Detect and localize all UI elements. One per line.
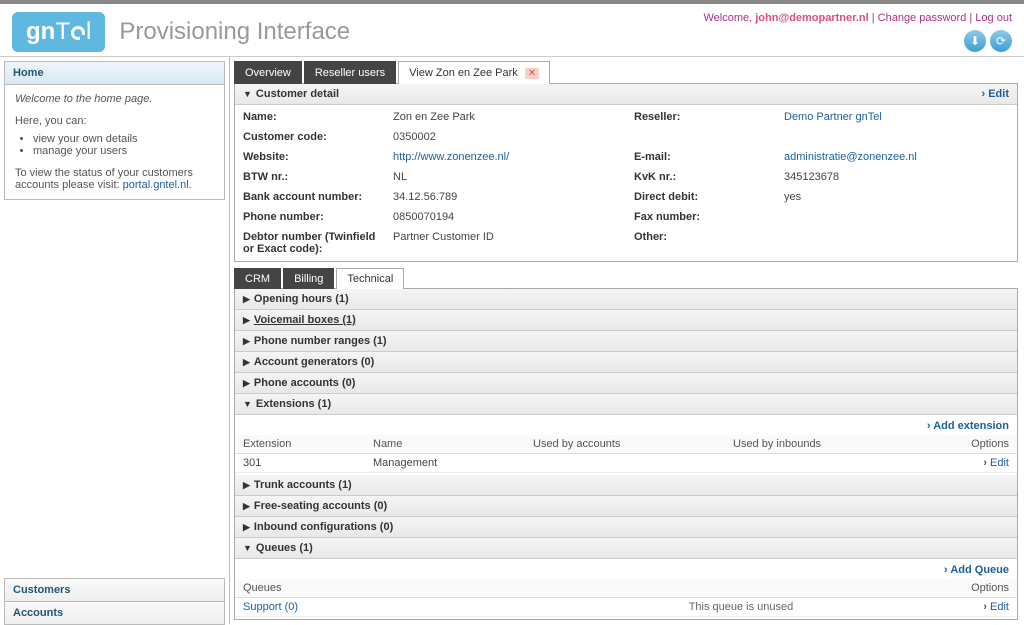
reseller-link[interactable]: Demo Partner gnTel [784,111,882,123]
sidebar-welcome-line: Welcome to the home page. [15,93,152,105]
add-queue-link[interactable]: Add Queue [944,564,1009,576]
chevron-right-icon [243,294,250,305]
edit-extension-link[interactable]: Edit [983,457,1009,469]
field-label: Direct debit: [626,187,776,207]
field-label: Name: [235,107,385,127]
chevron-right-icon [243,336,250,347]
email-link[interactable]: administratie@zonenzee.nl [784,151,917,163]
acc-extensions[interactable]: Extensions (1) [235,394,1017,415]
section-title: Customer detail [256,88,339,100]
chevron-right-icon [243,357,250,368]
sidebar-item-accounts[interactable]: Accounts [4,601,225,625]
portal-link[interactable]: portal.gntel.nl [123,179,189,191]
col-used-by-accounts: Used by accounts [525,435,725,454]
queue-link[interactable]: Support (0) [243,601,298,613]
app-title: Provisioning Interface [119,18,350,46]
field-value: 34.12.56.789 [385,187,626,207]
field-label: E-mail: [626,147,776,167]
acc-phone-accounts[interactable]: Phone accounts (0) [235,373,1017,394]
chevron-down-icon [243,543,252,553]
acc-opening-hours[interactable]: Opening hours (1) [235,289,1017,310]
sidebar-item-customers[interactable]: Customers [4,578,225,602]
close-icon[interactable]: ✕ [525,68,539,79]
field-value [776,207,1017,227]
field-value: yes [776,187,1017,207]
app-header: gnTl Provisioning Interface Welcome, joh… [0,4,1024,57]
col-name: Name [365,435,525,454]
field-label: Customer code: [235,127,385,147]
field-label: BTW nr.: [235,167,385,187]
chevron-down-icon: ▼ [243,89,252,99]
sidebar-bullet: manage your users [33,145,214,157]
acc-queues[interactable]: Queues (1) [235,538,1017,559]
tab-view-customer[interactable]: View Zon en Zee Park ✕ [398,61,550,84]
col-used-by-inbounds: Used by inbounds [725,435,947,454]
tab-overview[interactable]: Overview [234,61,302,84]
field-value: 0350002 [385,127,626,147]
edit-queue-link[interactable]: Edit [983,601,1009,613]
field-value: 345123678 [776,167,1017,187]
field-value: Partner Customer ID [385,227,626,259]
acc-trunk-accounts[interactable]: Trunk accounts (1) [235,475,1017,496]
field-value [776,227,1017,259]
acc-account-generators[interactable]: Account generators (0) [235,352,1017,373]
field-value: NL [385,167,626,187]
field-label: Other: [626,227,776,259]
chevron-right-icon [243,480,250,491]
field-value: Zon en Zee Park [385,107,626,127]
acc-free-seating-accounts[interactable]: Free-seating accounts (0) [235,496,1017,517]
website-link[interactable]: http://www.zonenzee.nl/ [393,151,509,163]
welcome-text: Welcome, [703,12,755,24]
table-row: Support (0) This queue is unused Edit [235,598,1017,617]
col-options: Options [947,435,1017,454]
field-label: Fax number: [626,207,776,227]
add-extension-link[interactable]: Add extension [927,420,1009,432]
cell-extension: 301 [235,454,365,473]
logout-link[interactable]: Log out [975,12,1012,24]
field-label: KvK nr.: [626,167,776,187]
table-row: 301 Management Edit [235,454,1017,473]
subtab-technical[interactable]: Technical [336,268,404,289]
col-options: Options [947,579,1017,598]
chevron-right-icon [243,315,250,326]
edit-customer-link[interactable]: Edit [981,88,1009,100]
sidebar-here-you-can: Here, you can: [15,115,214,127]
subtab-billing[interactable]: Billing [283,268,334,289]
main-content: Overview Reseller users View Zon en Zee … [230,57,1024,624]
download-icon[interactable]: ⬇ [964,30,986,52]
acc-phone-number-ranges[interactable]: Phone number ranges (1) [235,331,1017,352]
field-label: Debtor number (Twinfield or Exact code): [235,227,385,259]
field-label: Website: [235,147,385,167]
col-queues: Queues [235,579,535,598]
chevron-right-icon [243,522,250,533]
chevron-right-icon [243,501,250,512]
field-value: 0850070194 [385,207,626,227]
field-label: Reseller: [626,107,776,127]
tab-reseller-users[interactable]: Reseller users [304,61,396,84]
col-extension: Extension [235,435,365,454]
refresh-icon[interactable]: ⟳ [990,30,1012,52]
acc-voicemail-boxes[interactable]: Voicemail boxes (1) [235,310,1017,331]
chevron-right-icon [243,378,250,389]
acc-inbound-configurations[interactable]: Inbound configurations (0) [235,517,1017,538]
logo: gnTl [12,12,105,52]
sidebar-bullet: view your own details [33,133,214,145]
cell-name: Management [365,454,525,473]
queue-note: This queue is unused [535,598,947,617]
field-label: Bank account number: [235,187,385,207]
field-label: Phone number: [235,207,385,227]
subtab-crm[interactable]: CRM [234,268,281,289]
customer-detail-header: ▼ Customer detail Edit [235,84,1017,105]
sidebar-home-header[interactable]: Home [5,62,224,85]
chevron-down-icon [243,399,252,409]
sidebar: Home Welcome to the home page. Here, you… [0,57,230,624]
change-password-link[interactable]: Change password [878,12,967,24]
tab-label: View Zon en Zee Park [409,67,518,79]
user-link[interactable]: john@demopartner.nl [755,12,868,24]
